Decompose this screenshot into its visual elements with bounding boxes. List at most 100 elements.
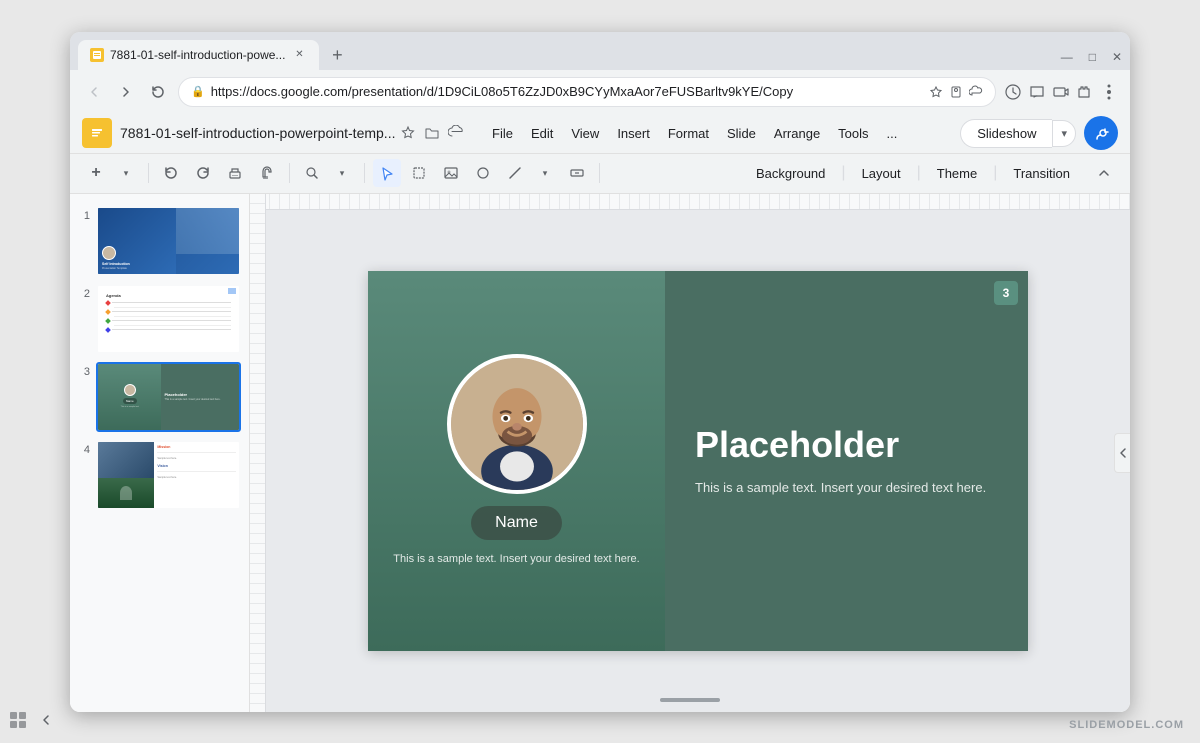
toolbar-right: Background | Layout | Theme | Transition: [744, 159, 1118, 187]
extensions-icon[interactable]: [1076, 83, 1094, 101]
image-button[interactable]: [437, 159, 465, 187]
slide-item-4[interactable]: 4 Mission Sample text here.: [70, 436, 249, 514]
line-group: ▾: [501, 159, 559, 187]
history-icon[interactable]: [1004, 83, 1022, 101]
slide-left-panel: Name This is a sample text. Insert your …: [368, 271, 665, 651]
menu-slide[interactable]: Slide: [719, 122, 764, 145]
menu-more[interactable]: ...: [879, 122, 906, 145]
slide-thumb-3[interactable]: Name This is a sample text Placeholder T…: [96, 362, 241, 432]
video-icon[interactable]: [1052, 83, 1070, 101]
slide-number-1: 1: [78, 206, 90, 222]
shapes-button[interactable]: [469, 159, 497, 187]
star-icon[interactable]: [929, 85, 943, 99]
menu-edit[interactable]: Edit: [523, 122, 561, 145]
mini-name-label: Name: [123, 398, 137, 404]
slideshow-main-button[interactable]: Slideshow: [960, 119, 1052, 148]
address-actions: [1004, 83, 1118, 101]
theme-button[interactable]: Theme: [925, 162, 989, 185]
close-button[interactable]: ✕: [1112, 50, 1122, 64]
address-bar: 🔒 https://docs.google.com/presentation/d…: [70, 70, 1130, 114]
layout-button[interactable]: Layout: [850, 162, 913, 185]
title-actions: [400, 125, 464, 141]
menu-format[interactable]: Format: [660, 122, 717, 145]
tool-group-insert: + ▾: [82, 159, 140, 187]
collapse-toolbar-button[interactable]: [1090, 159, 1118, 187]
slide-number-4: 4: [78, 440, 90, 456]
line-dropdown[interactable]: ▾: [531, 159, 559, 187]
menu-insert[interactable]: Insert: [609, 122, 658, 145]
slide-title[interactable]: Placeholder: [695, 424, 998, 466]
redo-button[interactable]: [189, 159, 217, 187]
comment-icon[interactable]: [1028, 83, 1046, 101]
reload-button[interactable]: [146, 80, 170, 104]
slideshow-dropdown-button[interactable]: ▾: [1052, 120, 1076, 147]
right-panel-toggle[interactable]: [1114, 433, 1130, 473]
link-button[interactable]: [563, 159, 591, 187]
active-tab[interactable]: 7881-01-self-introduction-powe... ✕: [78, 40, 319, 70]
menu-view[interactable]: View: [563, 122, 607, 145]
maximize-button[interactable]: □: [1089, 50, 1096, 64]
slide-number-2: 2: [78, 284, 90, 300]
slide-right-panel: 3 Placeholder This is a sample text. Ins…: [665, 271, 1028, 651]
select-button[interactable]: [405, 159, 433, 187]
line-button[interactable]: [501, 159, 529, 187]
background-button[interactable]: Background: [744, 162, 837, 185]
toolbar: + ▾ ▾: [70, 154, 1130, 194]
slide-subtitle: This is a sample text. Insert your desir…: [377, 552, 655, 567]
ruler-top: [250, 194, 1130, 210]
chrome-menu-icon[interactable]: [1100, 83, 1118, 101]
slide-description: This is a sample text. Insert your desir…: [695, 478, 998, 498]
menu-tools[interactable]: Tools: [830, 122, 876, 145]
cloud-icon[interactable]: [969, 85, 983, 99]
name-badge[interactable]: Name: [471, 506, 562, 540]
paint-format-button[interactable]: [253, 159, 281, 187]
url-bar[interactable]: 🔒 https://docs.google.com/presentation/d…: [178, 77, 996, 107]
slide-thumb-4[interactable]: Mission Sample text here. Vision Sample …: [96, 440, 241, 510]
zoom-group: ▾: [298, 159, 356, 187]
slide-number-badge: 3: [994, 281, 1018, 305]
slide-thumb-1[interactable]: Self Introduction Presentation Template: [96, 206, 241, 276]
transition-button[interactable]: Transition: [1001, 162, 1082, 185]
slide-thumb-2[interactable]: Agenda: [96, 284, 241, 354]
cursor-button[interactable]: [373, 159, 401, 187]
insert-button[interactable]: +: [82, 159, 110, 187]
divider-1: [148, 163, 149, 183]
undo-button[interactable]: [157, 159, 185, 187]
watermark: SLIDEMODEL.COM: [1069, 719, 1184, 731]
new-tab-button[interactable]: +: [323, 42, 351, 70]
folder-icon[interactable]: [424, 125, 440, 141]
zoom-dropdown[interactable]: ▾: [328, 159, 356, 187]
menu-arrange[interactable]: Arrange: [766, 122, 828, 145]
bookmark-icon[interactable]: [949, 85, 963, 99]
back-button[interactable]: [82, 80, 106, 104]
slide-number-3: 3: [78, 362, 90, 378]
current-slide[interactable]: Name This is a sample text. Insert your …: [368, 271, 1028, 651]
app-title: 7881-01-self-introduction-powerpoint-tem…: [120, 125, 400, 141]
insert-dropdown[interactable]: ▾: [112, 159, 140, 187]
minimize-button[interactable]: —: [1061, 50, 1073, 64]
lock-icon: 🔒: [191, 85, 205, 98]
slide-item-2[interactable]: 2 Agenda: [70, 280, 249, 358]
horizontal-scrollbar[interactable]: [660, 698, 720, 702]
share-button[interactable]: [1084, 116, 1118, 150]
divider-4: [599, 163, 600, 183]
menu-file[interactable]: File: [484, 122, 521, 145]
star-app-icon[interactable]: [400, 125, 416, 141]
forward-button[interactable]: [114, 80, 138, 104]
cloud-sync-icon[interactable]: [448, 125, 464, 141]
tab-close-button[interactable]: ✕: [291, 47, 307, 63]
app-menu-bar: 7881-01-self-introduction-powerpoint-tem…: [70, 114, 1130, 154]
menu-items: File Edit View Insert Format Slide Arran…: [484, 122, 905, 145]
slideshow-button-group: Slideshow ▾: [960, 119, 1076, 148]
ruler-left: [250, 194, 266, 712]
print-button[interactable]: [221, 159, 249, 187]
browser-window: 7881-01-self-introduction-powe... ✕ + — …: [70, 32, 1130, 712]
zoom-button[interactable]: [298, 159, 326, 187]
url-text: https://docs.google.com/presentation/d/1…: [211, 84, 923, 99]
slide-item-3[interactable]: 3 Name This is a sample text Placeholder…: [70, 358, 249, 436]
title-bar: 7881-01-self-introduction-powe... ✕ + — …: [70, 32, 1130, 70]
name-text: Name: [495, 514, 538, 531]
slide-canvas-area: Name This is a sample text. Insert your …: [250, 194, 1130, 712]
main-content: 1 Self Introduction Presentation Templat…: [70, 194, 1130, 712]
slide-item-1[interactable]: 1 Self Introduction Presentation Templat…: [70, 202, 249, 280]
